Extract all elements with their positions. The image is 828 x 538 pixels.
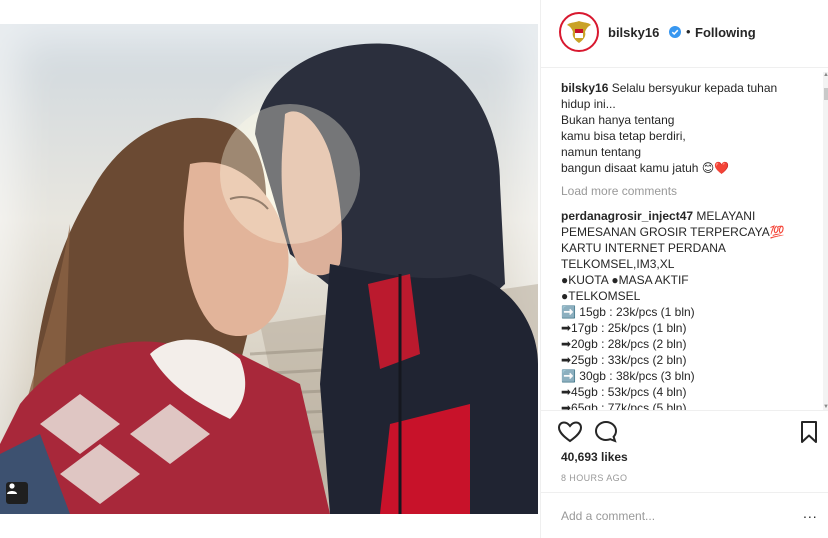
comment-line-10: ➡25gb : 33k/pcs (2 bln) bbox=[561, 353, 687, 367]
comment-line-12: ➡45gb : 53k/pcs (4 bln) bbox=[561, 385, 687, 399]
add-comment-input[interactable] bbox=[559, 505, 783, 527]
verified-badge-icon bbox=[669, 26, 681, 38]
avatar[interactable] bbox=[559, 12, 599, 52]
caption-line-4: kamu bisa tetap berdiri, bbox=[561, 129, 686, 143]
following-button[interactable]: Following bbox=[695, 25, 756, 40]
post-sidebar: bilsky16 • Following bilsky16 Selalu ber… bbox=[540, 0, 828, 538]
header-username[interactable]: bilsky16 bbox=[608, 25, 659, 40]
caption-text: Selalu bersyukur kepada tuhan bbox=[611, 81, 778, 95]
comment-line-1: perdanagrosir_inject47 MELAYANI bbox=[561, 208, 816, 224]
add-comment-bar: ... bbox=[541, 492, 828, 538]
comment-line-11: ➡️ 30gb : 38k/pcs (3 bln) bbox=[561, 369, 695, 383]
like-count[interactable]: 40,693 likes bbox=[561, 450, 628, 464]
comment-line-5: ●KUOTA ●MASA AKTIF bbox=[561, 273, 689, 287]
comment-line-7: ➡️ 15gb : 23k/pcs (1 bln) bbox=[561, 305, 695, 319]
comment-line-13: ➡65gb : 77k/pcs (5 bln) bbox=[561, 401, 687, 410]
caption-line-6: bangun disaat kamu jatuh 😊❤️ bbox=[561, 161, 730, 175]
post-timestamp[interactable]: 8 HOURS AGO bbox=[561, 473, 627, 483]
post-photo-panel bbox=[0, 0, 540, 538]
comment-line-8: ➡17gb : 25k/pcs (1 bln) bbox=[561, 321, 687, 335]
caption-line-5: namun tentang bbox=[561, 145, 642, 159]
caption-username[interactable]: bilsky16 bbox=[561, 81, 608, 95]
dot-separator: • bbox=[686, 24, 691, 39]
comment-line-2: PEMESANAN GROSIR TERPERCAYA💯 bbox=[561, 225, 785, 239]
comment-line-9: ➡20gb : 28k/pcs (2 bln) bbox=[561, 337, 687, 351]
comments-scrollbar[interactable]: ▲ ▼ bbox=[823, 72, 828, 410]
comment-icon[interactable] bbox=[593, 419, 619, 445]
scroll-thumb[interactable] bbox=[824, 88, 828, 100]
comment-line-6: ●TELKOMSEL bbox=[561, 289, 641, 303]
photo-illustration bbox=[0, 43, 538, 514]
caption-line-1: bilsky16 Selalu bersyukur kepada tuhan bbox=[561, 80, 816, 96]
comment: perdanagrosir_inject47 MELAYANI PEMESANA… bbox=[561, 208, 816, 410]
more-options-icon[interactable]: ... bbox=[803, 505, 818, 521]
comment-text: MELAYANI bbox=[696, 209, 756, 223]
garuda-emblem-icon bbox=[567, 21, 591, 43]
post-header: bilsky16 • Following bbox=[541, 0, 828, 68]
bookmark-icon[interactable] bbox=[796, 419, 822, 445]
post-photo[interactable] bbox=[0, 24, 538, 514]
person-tag-icon[interactable] bbox=[6, 482, 28, 504]
caption-line-2: hidup ini... bbox=[561, 97, 616, 111]
load-more-comments-link[interactable]: Load more comments bbox=[561, 184, 677, 198]
heart-icon[interactable] bbox=[557, 419, 583, 445]
scroll-up-arrow-icon[interactable]: ▲ bbox=[823, 72, 828, 78]
action-bar bbox=[541, 410, 828, 450]
caption: bilsky16 Selalu bersyukur kepada tuhan h… bbox=[561, 80, 816, 176]
comment-line-4: TELKOMSEL,IM3,XL bbox=[561, 257, 675, 271]
comment-line-3: KARTU INTERNET PERDANA bbox=[561, 241, 726, 255]
comment-username[interactable]: perdanagrosir_inject47 bbox=[561, 209, 693, 223]
comments-list: bilsky16 Selalu bersyukur kepada tuhan h… bbox=[541, 68, 828, 410]
caption-line-3: Bukan hanya tentang bbox=[561, 113, 675, 127]
